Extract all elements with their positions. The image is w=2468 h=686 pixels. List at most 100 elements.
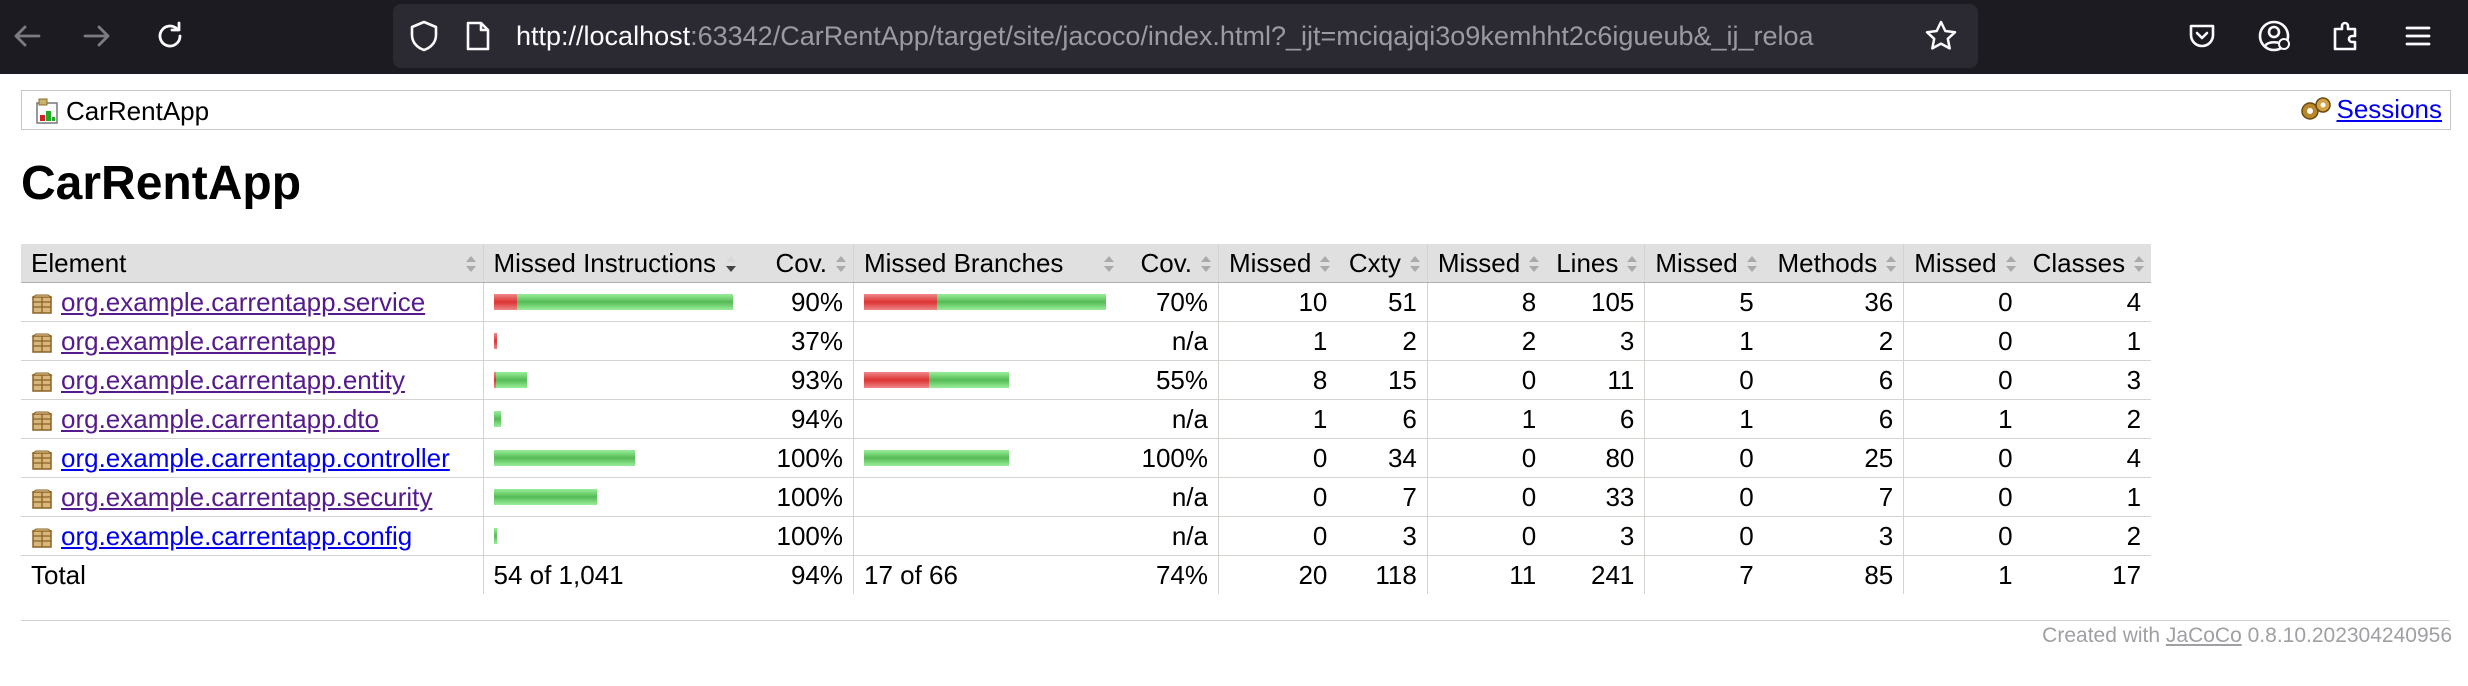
bar-covered <box>495 372 527 388</box>
lines-missed-cell: 8 <box>1426 282 1547 322</box>
reload-icon <box>158 21 182 48</box>
classes-missed-cell: 0 <box>1903 516 2023 556</box>
cxty-missed-cell: 1 <box>1218 321 1338 361</box>
lines-cell: 105 <box>1546 282 1645 322</box>
element-cell: org.example.carrentapp.controller <box>21 438 483 478</box>
header-lines-missed[interactable]: Missed <box>1426 244 1547 283</box>
package-icon <box>31 333 53 353</box>
instr-cov-cell: 100% <box>742 438 854 478</box>
header-label: Classes <box>2032 248 2126 278</box>
back-button[interactable] <box>5 14 49 58</box>
reload-button[interactable] <box>148 14 192 58</box>
methods-cell: 7 <box>1763 477 1904 517</box>
classes-missed-cell: 0 <box>1903 321 2023 361</box>
sessions-link[interactable]: Sessions <box>2337 96 2443 122</box>
header-cxty[interactable]: Cxty <box>1337 244 1428 283</box>
methods-missed-cell: 1 <box>1644 399 1764 439</box>
package-link[interactable]: org.example.carrentapp.entity <box>61 365 405 395</box>
cxty-cell: 51 <box>1337 282 1428 322</box>
lines-cell: 11 <box>1546 360 1645 400</box>
header-label: Missed Branches <box>864 248 1064 278</box>
bar-missed <box>493 294 517 310</box>
element-cell: org.example.carrentapp.entity <box>21 360 483 400</box>
total-methods: 85 <box>1763 555 1904 594</box>
branches-bar-cell <box>853 282 1121 322</box>
instructions-bar-cell <box>482 477 743 517</box>
instr-cov-cell: 94% <box>742 399 854 439</box>
package-icon <box>31 294 53 314</box>
header-classes[interactable]: Classes <box>2022 244 2152 283</box>
package-link[interactable]: org.example.carrentapp.dto <box>61 404 379 434</box>
header-label: Element <box>31 248 127 278</box>
page-icon[interactable] <box>465 21 491 51</box>
package-link[interactable]: org.example.carrentapp.service <box>61 287 425 317</box>
package-icon <box>31 372 53 392</box>
total-classes: 17 <box>2022 555 2152 594</box>
classes-cell: 2 <box>2022 516 2152 556</box>
header-methods[interactable]: Methods <box>1763 244 1904 283</box>
branches-bar-cell <box>853 438 1121 478</box>
header-lines[interactable]: Lines <box>1546 244 1645 283</box>
cxty-missed-cell: 10 <box>1218 282 1338 322</box>
lines-missed-cell: 0 <box>1426 438 1547 478</box>
header-instr-cov[interactable]: Cov. <box>742 244 854 283</box>
package-icon <box>31 450 53 470</box>
address-bar[interactable]: http://localhost:63342/CarRentApp/target… <box>393 4 1978 68</box>
branches-bar-cell <box>853 516 1121 556</box>
methods-cell: 36 <box>1763 282 1904 322</box>
table-row: org.example.carrentapp 37% n/a 1 2 2 3 1 2 0 1 <box>21 321 2152 361</box>
forward-button[interactable] <box>75 14 119 58</box>
classes-missed-cell: 1 <box>1903 399 2023 439</box>
shield-icon[interactable] <box>409 20 439 52</box>
branches-coverage-bar <box>864 294 1111 310</box>
header-methods-missed[interactable]: Missed <box>1644 244 1764 283</box>
lines-missed-cell: 0 <box>1426 477 1547 517</box>
instructions-bar-cell <box>482 282 743 322</box>
instructions-bar-cell <box>482 516 743 556</box>
total-cxty-missed: 20 <box>1218 555 1338 594</box>
header-label: Lines <box>1556 248 1619 278</box>
total-lines: 241 <box>1546 555 1645 594</box>
header-element[interactable]: Element <box>21 244 483 283</box>
lines-cell: 80 <box>1546 438 1645 478</box>
instructions-coverage-bar <box>493 333 733 349</box>
extensions-button[interactable] <box>2324 14 2368 58</box>
bar-missed <box>864 294 937 310</box>
methods-cell: 3 <box>1763 516 1904 556</box>
lines-cell: 3 <box>1546 321 1645 361</box>
branch-cov-cell: n/a <box>1120 321 1219 361</box>
instr-cov-cell: 100% <box>742 516 854 556</box>
header-missed-branches[interactable]: Missed Branches <box>853 244 1121 283</box>
methods-cell: 6 <box>1763 360 1904 400</box>
classes-missed-cell: 0 <box>1903 477 2023 517</box>
package-link[interactable]: org.example.carrentapp.controller <box>61 443 450 473</box>
bookmark-star-icon[interactable] <box>1924 19 1958 53</box>
jacoco-link[interactable]: JaCoCo <box>2166 624 2242 647</box>
total-methods-missed: 7 <box>1644 555 1764 594</box>
total-label: Total <box>21 555 483 594</box>
header-label: Cov. <box>1140 248 1192 278</box>
package-link[interactable]: org.example.carrentapp.security <box>61 482 432 512</box>
bar-covered <box>493 528 497 544</box>
pocket-button[interactable] <box>2180 14 2224 58</box>
puzzle-icon <box>2333 21 2357 51</box>
lines-missed-cell: 2 <box>1426 321 1547 361</box>
header-branch-cov[interactable]: Cov. <box>1120 244 1219 283</box>
header-cxty-missed[interactable]: Missed <box>1218 244 1338 283</box>
classes-missed-cell: 0 <box>1903 360 2023 400</box>
sessions-link-wrapper[interactable]: Sessions <box>2299 96 2443 122</box>
sort-icon <box>1529 256 1540 272</box>
url-text[interactable]: http://localhost:63342/CarRentApp/target… <box>516 4 1906 68</box>
branch-cov-cell: n/a <box>1120 477 1219 517</box>
package-link[interactable]: org.example.carrentapp.config <box>61 521 412 551</box>
cxty-missed-cell: 8 <box>1218 360 1338 400</box>
package-link[interactable]: org.example.carrentapp <box>61 326 336 356</box>
lines-cell: 3 <box>1546 516 1645 556</box>
sort-icon <box>1320 256 1331 272</box>
account-button[interactable] <box>2252 14 2296 58</box>
header-classes-missed[interactable]: Missed <box>1903 244 2023 283</box>
total-branch: 17 of 66 <box>853 555 1121 594</box>
classes-missed-cell: 0 <box>1903 438 2023 478</box>
header-missed-instructions[interactable]: Missed Instructions <box>482 244 743 283</box>
menu-button[interactable] <box>2396 14 2440 58</box>
